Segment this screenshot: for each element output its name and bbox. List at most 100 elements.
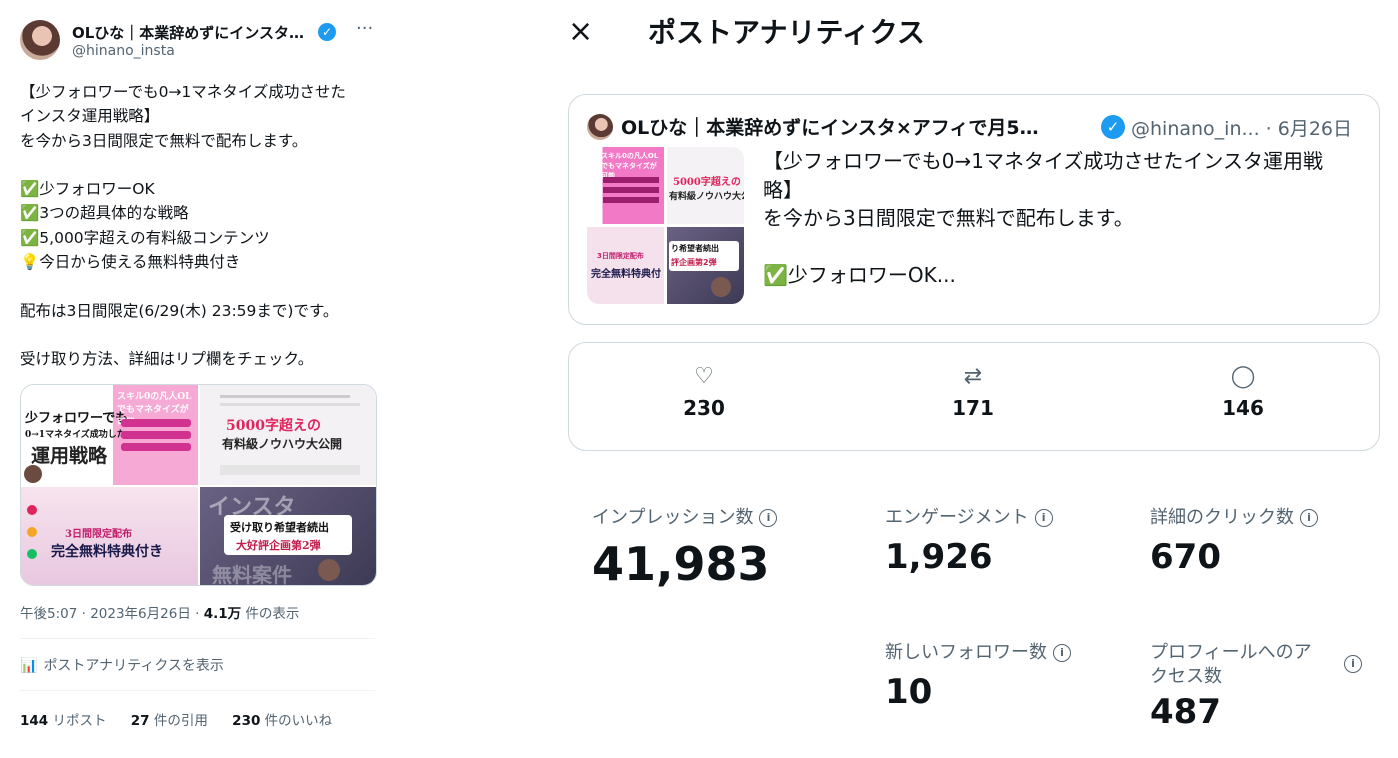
profile-visits-label-line1: プロフィールへのア — [1150, 642, 1312, 663]
impressions-metric: インプレッション数 i 41,983 — [592, 506, 778, 592]
view-analytics-link[interactable]: 📊 ポストアナリティクスを表示 — [20, 655, 224, 675]
analytics-panel: × ポストアナリティクス OLひな｜本業辞めずにインスタ×アフィで月5… ✓ @… — [550, 0, 1398, 758]
page-title: ポストアナリティクス — [648, 16, 925, 49]
post-line: 略】 — [763, 177, 803, 202]
tweet-line: 💡今日から使える無料特典付き — [20, 253, 241, 272]
verified-badge-icon: ✓ — [1101, 115, 1125, 139]
engagements-label: エンゲージメント — [885, 507, 1029, 528]
replies-count: 146 — [1222, 396, 1264, 420]
image-text: 3日間限定配布 — [65, 529, 132, 540]
tweet-body: 【少フォロワーでも0→1マネタイズ成功させた インスタ運用戦略】 を今から3日間… — [20, 80, 380, 372]
thumb-text: 5000字超えの — [673, 177, 741, 188]
heart-icon: ♡ — [694, 364, 714, 389]
repost-count[interactable]: 144 リポスト — [20, 713, 106, 729]
handle-date: @hinano_in... · 6月26日 — [1131, 118, 1352, 140]
tweet-line: 【少フォロワーでも0→1マネタイズ成功させた — [20, 83, 346, 101]
thumb-text: 完全無料特典付 — [591, 269, 661, 280]
tweet-panel: OLひな｜本業辞めずにインスタ×アフィで月5… ✓ ··· @hinano_in… — [0, 0, 396, 758]
profile-visits-value: 487 — [1150, 692, 1221, 732]
more-dots-icon[interactable]: ··· — [356, 18, 373, 39]
new-followers-value: 10 — [885, 672, 933, 712]
views-label: 件の表示 — [241, 606, 300, 622]
tweet-line — [20, 153, 380, 177]
thumb-text: 評企画第2弾 — [671, 258, 717, 267]
detail-clicks-value: 670 — [1150, 537, 1221, 577]
quote-count-value: 27 — [130, 713, 150, 729]
impressions-label: インプレッション数 — [592, 507, 754, 528]
tweet-image-2[interactable]: 5000字超えの 有料級ノウハウ大公開 — [200, 385, 376, 485]
image-text: 0→1マネタイズ成功した — [25, 430, 126, 440]
divider — [20, 690, 375, 691]
image-text: 少フォロワーでも — [25, 411, 129, 426]
gap — [395, 0, 550, 758]
tweet-line: を今から3日間限定で無料で配布します。 — [20, 131, 308, 150]
quote-count-label: 件の引用 — [149, 713, 208, 729]
avatar[interactable] — [20, 20, 60, 60]
tweet-image-4[interactable]: インスタ 無料案件 受け取り希望者続出 大好評企画第2弾 — [200, 487, 376, 585]
tweet-line — [20, 274, 380, 298]
display-name: OLひな｜本業辞めずにインスタ×アフィで月5… — [621, 117, 1039, 139]
close-icon[interactable]: × — [568, 14, 593, 50]
new-followers-metric: 新しいフォロワー数 i 10 — [885, 641, 1071, 713]
like-count[interactable]: 230 件のいいね — [232, 713, 332, 729]
verified-badge-icon: ✓ — [318, 23, 336, 41]
likes-stat: ♡ 230 — [644, 363, 764, 420]
tweet-line: ✅少フォロワーOK — [20, 180, 155, 199]
tweet-image-1[interactable]: 少フォロワーでも 0→1マネタイズ成功した 運用戦略 スキル0の凡人OLでもマネ… — [21, 385, 198, 485]
like-count-label: 件のいいね — [260, 713, 333, 729]
profile-visits-metric: プロフィールへのア クセス数 i 487 — [1150, 641, 1362, 733]
info-icon[interactable]: i — [1053, 644, 1071, 662]
image-text: 有料級ノウハウ大公開 — [222, 437, 343, 451]
repost-count-label: リポスト — [48, 713, 107, 729]
divider — [20, 638, 375, 639]
info-icon[interactable]: i — [1344, 655, 1362, 673]
thumb-text: 有料級ノウハウ大公 — [669, 192, 744, 202]
new-followers-label: 新しいフォロワー数 — [885, 642, 1047, 663]
post-line: ✅少フォロワーOK... — [763, 263, 956, 287]
image-text: 無料案件 — [212, 563, 292, 585]
reposts-count: 171 — [952, 396, 994, 420]
analytics-bar-icon: 📊 — [20, 658, 38, 674]
display-name[interactable]: OLひな｜本業辞めずにインスタ×アフィで月5… — [72, 22, 312, 43]
tweet-line: 受け取り方法、詳細はリプ欄をチェック。 — [20, 350, 314, 369]
reposts-stat: ⇄ 171 — [913, 363, 1033, 420]
detail-clicks-metric: 詳細のクリック数 i 670 — [1150, 506, 1318, 578]
tweet-line: ✅3つの超具体的な戦略 — [20, 204, 189, 223]
info-icon[interactable]: i — [1034, 509, 1053, 527]
tweet-meta: 午後5:07 · 2023年6月26日 · 4.1万 件の表示 — [20, 602, 299, 622]
profile-visits-label-line2: クセス数 — [1150, 666, 1222, 687]
engagement-card: ♡ 230 ⇄ 171 ◯ 146 — [568, 342, 1380, 451]
like-count-value: 230 — [232, 713, 261, 729]
detail-clicks-label: 詳細のクリック数 — [1150, 507, 1294, 528]
post-line: を今から3日間限定で無料で配布します。 — [763, 206, 1134, 230]
quote-count[interactable]: 27 件の引用 — [131, 713, 208, 729]
thumb-text: り希望者続出 — [671, 244, 719, 253]
info-icon[interactable]: i — [1300, 509, 1318, 527]
thumb-text: 3日間限定配布 — [597, 252, 644, 260]
tweet-image-3[interactable]: 3日間限定配布 完全無料特典付き — [21, 487, 198, 585]
user-handle[interactable]: @hinano_insta — [72, 43, 175, 59]
tweet-line: ✅5,000字超えの有料級コンテンツ — [20, 228, 270, 247]
image-text: 完全無料特典付き — [51, 544, 163, 560]
tweet-line: インスタ運用戦略】 — [20, 107, 160, 126]
engagements-value: 1,926 — [885, 537, 993, 577]
tweet-counts: 144 リポスト 27 件の引用 230 件のいいね — [20, 709, 352, 729]
image-text: 運用戦略 — [31, 445, 108, 467]
engagements-metric: エンゲージメント i 1,926 — [885, 506, 1053, 578]
post-text: 【少フォロワーでも0→1マネタイズ成功させたインスタ運用戦 略】 を今から3日間… — [763, 147, 1363, 290]
image-text: 大好評企画第2弾 — [236, 539, 321, 552]
info-icon[interactable]: i — [759, 509, 778, 527]
view-analytics-label: ポストアナリティクスを表示 — [43, 658, 224, 674]
post-preview-card[interactable]: OLひな｜本業辞めずにインスタ×アフィで月5… ✓ @hinano_in... … — [568, 94, 1380, 325]
tweet-header: OLひな｜本業辞めずにインスタ×アフィで月5… ✓ ··· @hinano_in… — [20, 18, 376, 62]
post-line — [763, 233, 1363, 262]
reply-icon: ◯ — [1230, 364, 1256, 389]
avatar — [587, 114, 613, 140]
tweet-timestamp[interactable]: 午後5:07 · 2023年6月26日 · — [20, 606, 204, 622]
image-text: 受け取り希望者続出 — [230, 521, 329, 534]
tweet-image-grid: 少フォロワーでも 0→1マネタイズ成功した 運用戦略 スキル0の凡人OLでもマネ… — [20, 384, 377, 586]
replies-stat: ◯ 146 — [1183, 363, 1303, 420]
impressions-value: 41,983 — [592, 537, 770, 591]
repost-icon: ⇄ — [963, 364, 983, 389]
tweet-line — [20, 323, 380, 347]
